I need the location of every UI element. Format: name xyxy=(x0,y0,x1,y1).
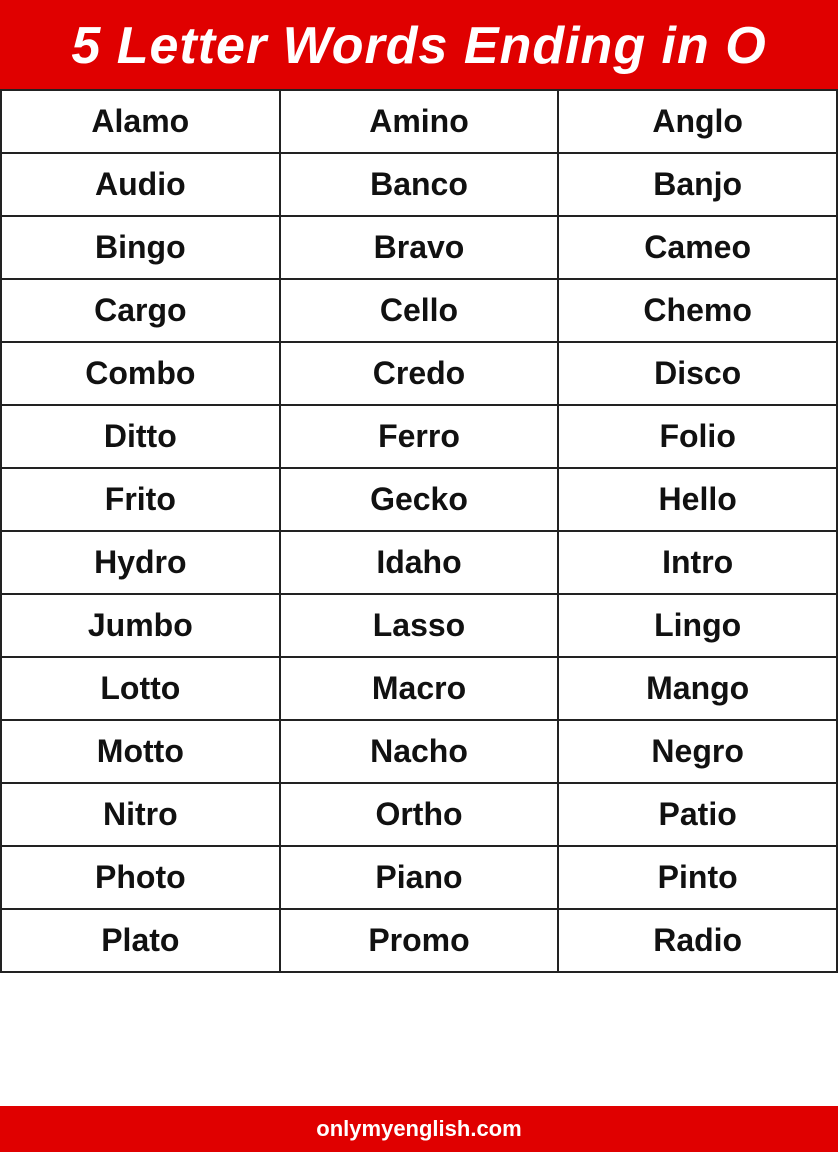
word-cell: Promo xyxy=(280,909,559,972)
word-cell: Nacho xyxy=(280,720,559,783)
table-row: FritoGeckoHello xyxy=(1,468,837,531)
word-cell: Amino xyxy=(280,90,559,153)
word-cell: Nitro xyxy=(1,783,280,846)
table-row: JumboLassoLingo xyxy=(1,594,837,657)
word-cell: Banco xyxy=(280,153,559,216)
table-row: AudioBancoBanjo xyxy=(1,153,837,216)
table-row: HydroIdahoIntro xyxy=(1,531,837,594)
table-row: CargoCelloChemo xyxy=(1,279,837,342)
table-row: ComboCredoDisco xyxy=(1,342,837,405)
word-cell: Alamo xyxy=(1,90,280,153)
table-row: MottoNachoNegro xyxy=(1,720,837,783)
word-cell: Disco xyxy=(558,342,837,405)
word-cell: Patio xyxy=(558,783,837,846)
word-cell: Chemo xyxy=(558,279,837,342)
table-row: NitroOrthoPatio xyxy=(1,783,837,846)
word-cell: Anglo xyxy=(558,90,837,153)
word-cell: Jumbo xyxy=(1,594,280,657)
word-cell: Piano xyxy=(280,846,559,909)
word-cell: Hello xyxy=(558,468,837,531)
table-row: LottoMacroMango xyxy=(1,657,837,720)
word-cell: Cameo xyxy=(558,216,837,279)
table-row: AlamoAminoAnglo xyxy=(1,90,837,153)
word-cell: Pinto xyxy=(558,846,837,909)
word-cell: Banjo xyxy=(558,153,837,216)
word-cell: Lotto xyxy=(1,657,280,720)
page-title: 5 Letter Words Ending in O xyxy=(20,18,818,75)
page-footer: onlymyenglish.com xyxy=(0,1106,838,1152)
word-cell: Macro xyxy=(280,657,559,720)
word-cell: Bravo xyxy=(280,216,559,279)
page-header: 5 Letter Words Ending in O xyxy=(0,0,838,89)
word-cell: Plato xyxy=(1,909,280,972)
word-cell: Gecko xyxy=(280,468,559,531)
table-row: PhotoPianoPinto xyxy=(1,846,837,909)
table-row: BingoBravoCameo xyxy=(1,216,837,279)
word-cell: Motto xyxy=(1,720,280,783)
word-table: AlamoAminoAngloAudioBancoBanjoBingoBravo… xyxy=(0,89,838,973)
word-cell: Cello xyxy=(280,279,559,342)
word-cell: Radio xyxy=(558,909,837,972)
word-cell: Intro xyxy=(558,531,837,594)
word-cell: Mango xyxy=(558,657,837,720)
word-cell: Folio xyxy=(558,405,837,468)
word-cell: Audio xyxy=(1,153,280,216)
word-cell: Bingo xyxy=(1,216,280,279)
word-table-container: AlamoAminoAngloAudioBancoBanjoBingoBravo… xyxy=(0,89,838,1106)
word-cell: Lasso xyxy=(280,594,559,657)
table-row: PlatoPromoRadio xyxy=(1,909,837,972)
word-cell: Frito xyxy=(1,468,280,531)
word-cell: Ditto xyxy=(1,405,280,468)
word-cell: Cargo xyxy=(1,279,280,342)
word-cell: Combo xyxy=(1,342,280,405)
table-row: DittoFerroFolio xyxy=(1,405,837,468)
word-cell: Hydro xyxy=(1,531,280,594)
word-cell: Ortho xyxy=(280,783,559,846)
word-cell: Ferro xyxy=(280,405,559,468)
word-cell: Photo xyxy=(1,846,280,909)
word-cell: Lingo xyxy=(558,594,837,657)
footer-url: onlymyenglish.com xyxy=(316,1116,521,1141)
word-cell: Negro xyxy=(558,720,837,783)
word-cell: Idaho xyxy=(280,531,559,594)
word-cell: Credo xyxy=(280,342,559,405)
